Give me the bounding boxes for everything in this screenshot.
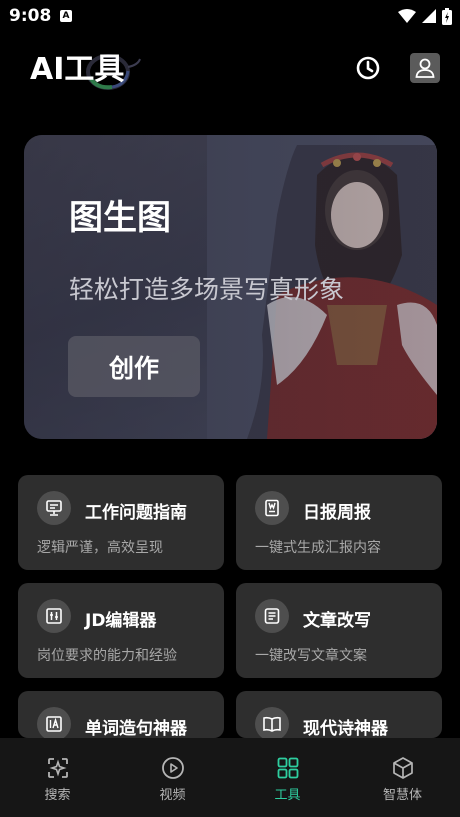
- signal-icon: [422, 9, 436, 23]
- nav-label: 智慧体: [382, 788, 422, 803]
- nav-item-video[interactable]: 视频: [115, 738, 230, 817]
- nav-label: 搜索: [44, 788, 71, 803]
- status-time: 9:08: [9, 6, 52, 26]
- tool-card-title: 单词造句神器: [85, 719, 187, 738]
- banner-subtitle: 轻松打造多场景写真形象: [69, 275, 345, 304]
- search-sparkle-icon: [47, 758, 68, 778]
- notification-badge-icon: A: [60, 10, 72, 22]
- banner-title: 图生图: [69, 198, 171, 238]
- report-icon: [255, 491, 289, 525]
- nav-item-tools[interactable]: 工具: [230, 738, 345, 817]
- monitor-icon: [37, 491, 71, 525]
- nav-label: 视频: [159, 788, 186, 803]
- history-button[interactable]: [354, 54, 382, 82]
- tool-card-title: 日报周报: [303, 503, 371, 523]
- profile-button[interactable]: [410, 53, 440, 83]
- tool-card-desc: 一键式生成汇报内容: [255, 540, 381, 556]
- book-icon: [255, 707, 289, 738]
- edit-document-icon: [37, 599, 71, 633]
- tool-card-work-guide[interactable]: 工作问题指南 逻辑严谨，高效呈现: [18, 475, 224, 570]
- tool-card-title: 工作问题指南: [85, 503, 187, 523]
- play-icon: [161, 757, 184, 779]
- app-title: AI工具: [30, 52, 125, 87]
- grid-icon: [277, 757, 298, 779]
- cube-icon: [392, 757, 413, 779]
- tool-card-jd-editor[interactable]: JD编辑器 岗位要求的能力和经验: [18, 583, 224, 678]
- tool-card-title: 文章改写: [303, 611, 371, 631]
- tool-card-daily-report[interactable]: 日报周报 一键式生成汇报内容: [236, 475, 442, 570]
- tool-card-desc: 岗位要求的能力和经验: [37, 648, 177, 664]
- status-indicators: [398, 7, 452, 25]
- bottom-nav: 搜索 视频 工具 智慧体: [0, 738, 460, 817]
- tool-card-modern-poetry[interactable]: 现代诗神器: [236, 691, 442, 738]
- tool-card-desc: 逻辑严谨，高效呈现: [37, 540, 163, 556]
- create-button[interactable]: 创作: [68, 336, 200, 397]
- feature-banner[interactable]: 图生图 轻松打造多场景写真形象 创作: [24, 135, 437, 439]
- clock-icon: [356, 56, 380, 80]
- user-icon: [415, 58, 435, 78]
- status-bar: 9:08 A: [0, 0, 460, 32]
- nav-label: 工具: [274, 788, 301, 803]
- article-icon: [255, 599, 289, 633]
- tool-card-desc: 一键改写文章文案: [255, 648, 367, 664]
- tool-card-title: 现代诗神器: [303, 719, 388, 738]
- tool-card-article-rewrite[interactable]: 文章改写 一键改写文章文案: [236, 583, 442, 678]
- tool-card-word-sentence[interactable]: 单词造句神器: [18, 691, 224, 738]
- word-icon: [37, 707, 71, 738]
- wifi-icon: [398, 9, 416, 23]
- battery-icon: [442, 7, 452, 25]
- tool-card-title: JD编辑器: [85, 611, 157, 631]
- nav-item-search[interactable]: 搜索: [0, 738, 115, 817]
- nav-item-agent[interactable]: 智慧体: [345, 738, 460, 817]
